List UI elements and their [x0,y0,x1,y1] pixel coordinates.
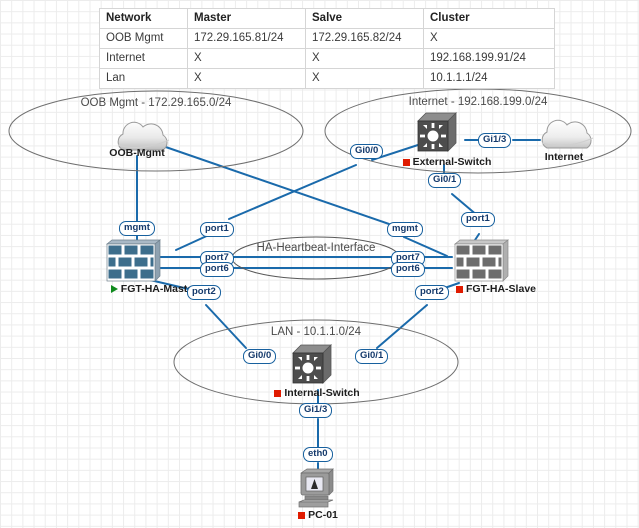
firewall-icon-slave [454,239,509,282]
external-switch-text: External-Switch [412,156,492,168]
cell-master: 172.29.165.81/24 [187,28,306,49]
address-table: Network Master Salve Cluster OOB Mgmt 17… [99,8,555,89]
node-label-internal-switch: Internal-Switch [265,387,369,399]
node-label-pc-01: PC-01 [286,509,350,521]
node-pc-01[interactable]: PC-01 [286,508,350,521]
port-label-slave-mgmt[interactable]: mgmt [387,222,423,237]
port-label-pc-eth0[interactable]: eth0 [303,447,333,462]
status-dot-pc-01 [298,512,306,519]
cell-salve: 172.29.165.82/24 [305,28,424,49]
cell-network: OOB Mgmt [99,28,188,49]
cell-network: Lan [99,68,188,89]
fgt-master-text: FGT-HA-Master [120,283,198,295]
cell-cluster: 192.168.199.91/24 [423,48,555,69]
port-label-master-port2[interactable]: port2 [187,285,221,300]
zone-label-lan: LAN - 10.1.1.0/24 [270,326,362,338]
port-label-slave-port1[interactable]: port1 [461,212,495,227]
status-dot-external-switch [402,159,410,166]
cell-network: Internet [99,48,188,69]
firewall-icon-master [106,239,161,282]
cell-master: X [187,68,306,89]
table-header-salve: Salve [305,8,424,29]
status-dot-fgt-slave [455,286,463,293]
table-header-network: Network [99,8,188,29]
switch-icon-external [417,112,457,152]
table-row: Internet X X 192.168.199.91/24 [99,48,555,69]
workstation-icon-pc [298,468,334,508]
status-dot-internal-switch [274,390,282,397]
port-label-internal-gi1-3[interactable]: Gi1/3 [299,403,333,418]
cell-cluster: 10.1.1.1/24 [423,68,555,89]
cell-cluster: X [423,28,555,49]
cell-master: X [187,48,306,69]
port-label-master-port1[interactable]: port1 [200,222,234,237]
port-label-internal-gi0-0[interactable]: Gi0/0 [243,349,277,364]
node-internal-switch[interactable]: Internal-Switch [265,386,369,399]
node-label-fgt-slave: FGT-HA-Slave [440,283,552,295]
node-label-external-switch: External-Switch [395,156,499,168]
port-label-master-port6[interactable]: port6 [200,262,234,277]
pc-01-text: PC-01 [308,509,338,521]
table-header-row: Network Master Salve Cluster [99,8,555,29]
zone-label-heartbeat: HA-Heartbeat-Interface [256,242,376,254]
internal-switch-text: Internal-Switch [284,387,360,399]
table-row: Lan X X 10.1.1.1/24 [99,68,555,89]
table-header-cluster: Cluster [423,8,555,29]
network-diagram-canvas: Network Master Salve Cluster OOB Mgmt 17… [0,0,639,528]
port-label-internal-gi0-1[interactable]: Gi0/1 [355,349,389,364]
zone-label-oob: OOB Mgmt - 172.29.165.0/24 [80,97,232,109]
zone-label-internet: Internet - 192.168.199.0/24 [408,96,548,108]
node-fgt-slave[interactable]: FGT-HA-Slave [440,282,552,295]
status-triangle-fgt-master [110,285,118,293]
fgt-slave-text: FGT-HA-Slave [465,283,536,295]
port-label-slave-port6[interactable]: port6 [391,262,425,277]
switch-icon-internal [292,344,332,384]
cell-salve: X [305,68,424,89]
port-label-external-gi0-0[interactable]: Gi0/0 [350,144,384,159]
node-internet-cloud[interactable]: Internet [525,150,603,163]
node-oob-cloud[interactable]: OOB-Mgmt [96,146,178,159]
table-header-master: Master [187,8,306,29]
cell-salve: X [305,48,424,69]
port-label-master-mgmt[interactable]: mgmt [119,221,155,236]
node-external-switch[interactable]: External-Switch [395,155,499,168]
cloud-icon-internet [541,119,594,149]
port-label-slave-port2[interactable]: port2 [415,285,449,300]
table-row: OOB Mgmt 172.29.165.81/24 172.29.165.82/… [99,28,555,49]
port-label-external-gi0-1[interactable]: Gi0/1 [428,173,462,188]
node-label-internet-cloud: Internet [544,151,584,163]
port-label-external-gi1-3[interactable]: Gi1/3 [478,133,512,148]
node-label-oob-cloud: OOB-Mgmt [109,147,165,159]
